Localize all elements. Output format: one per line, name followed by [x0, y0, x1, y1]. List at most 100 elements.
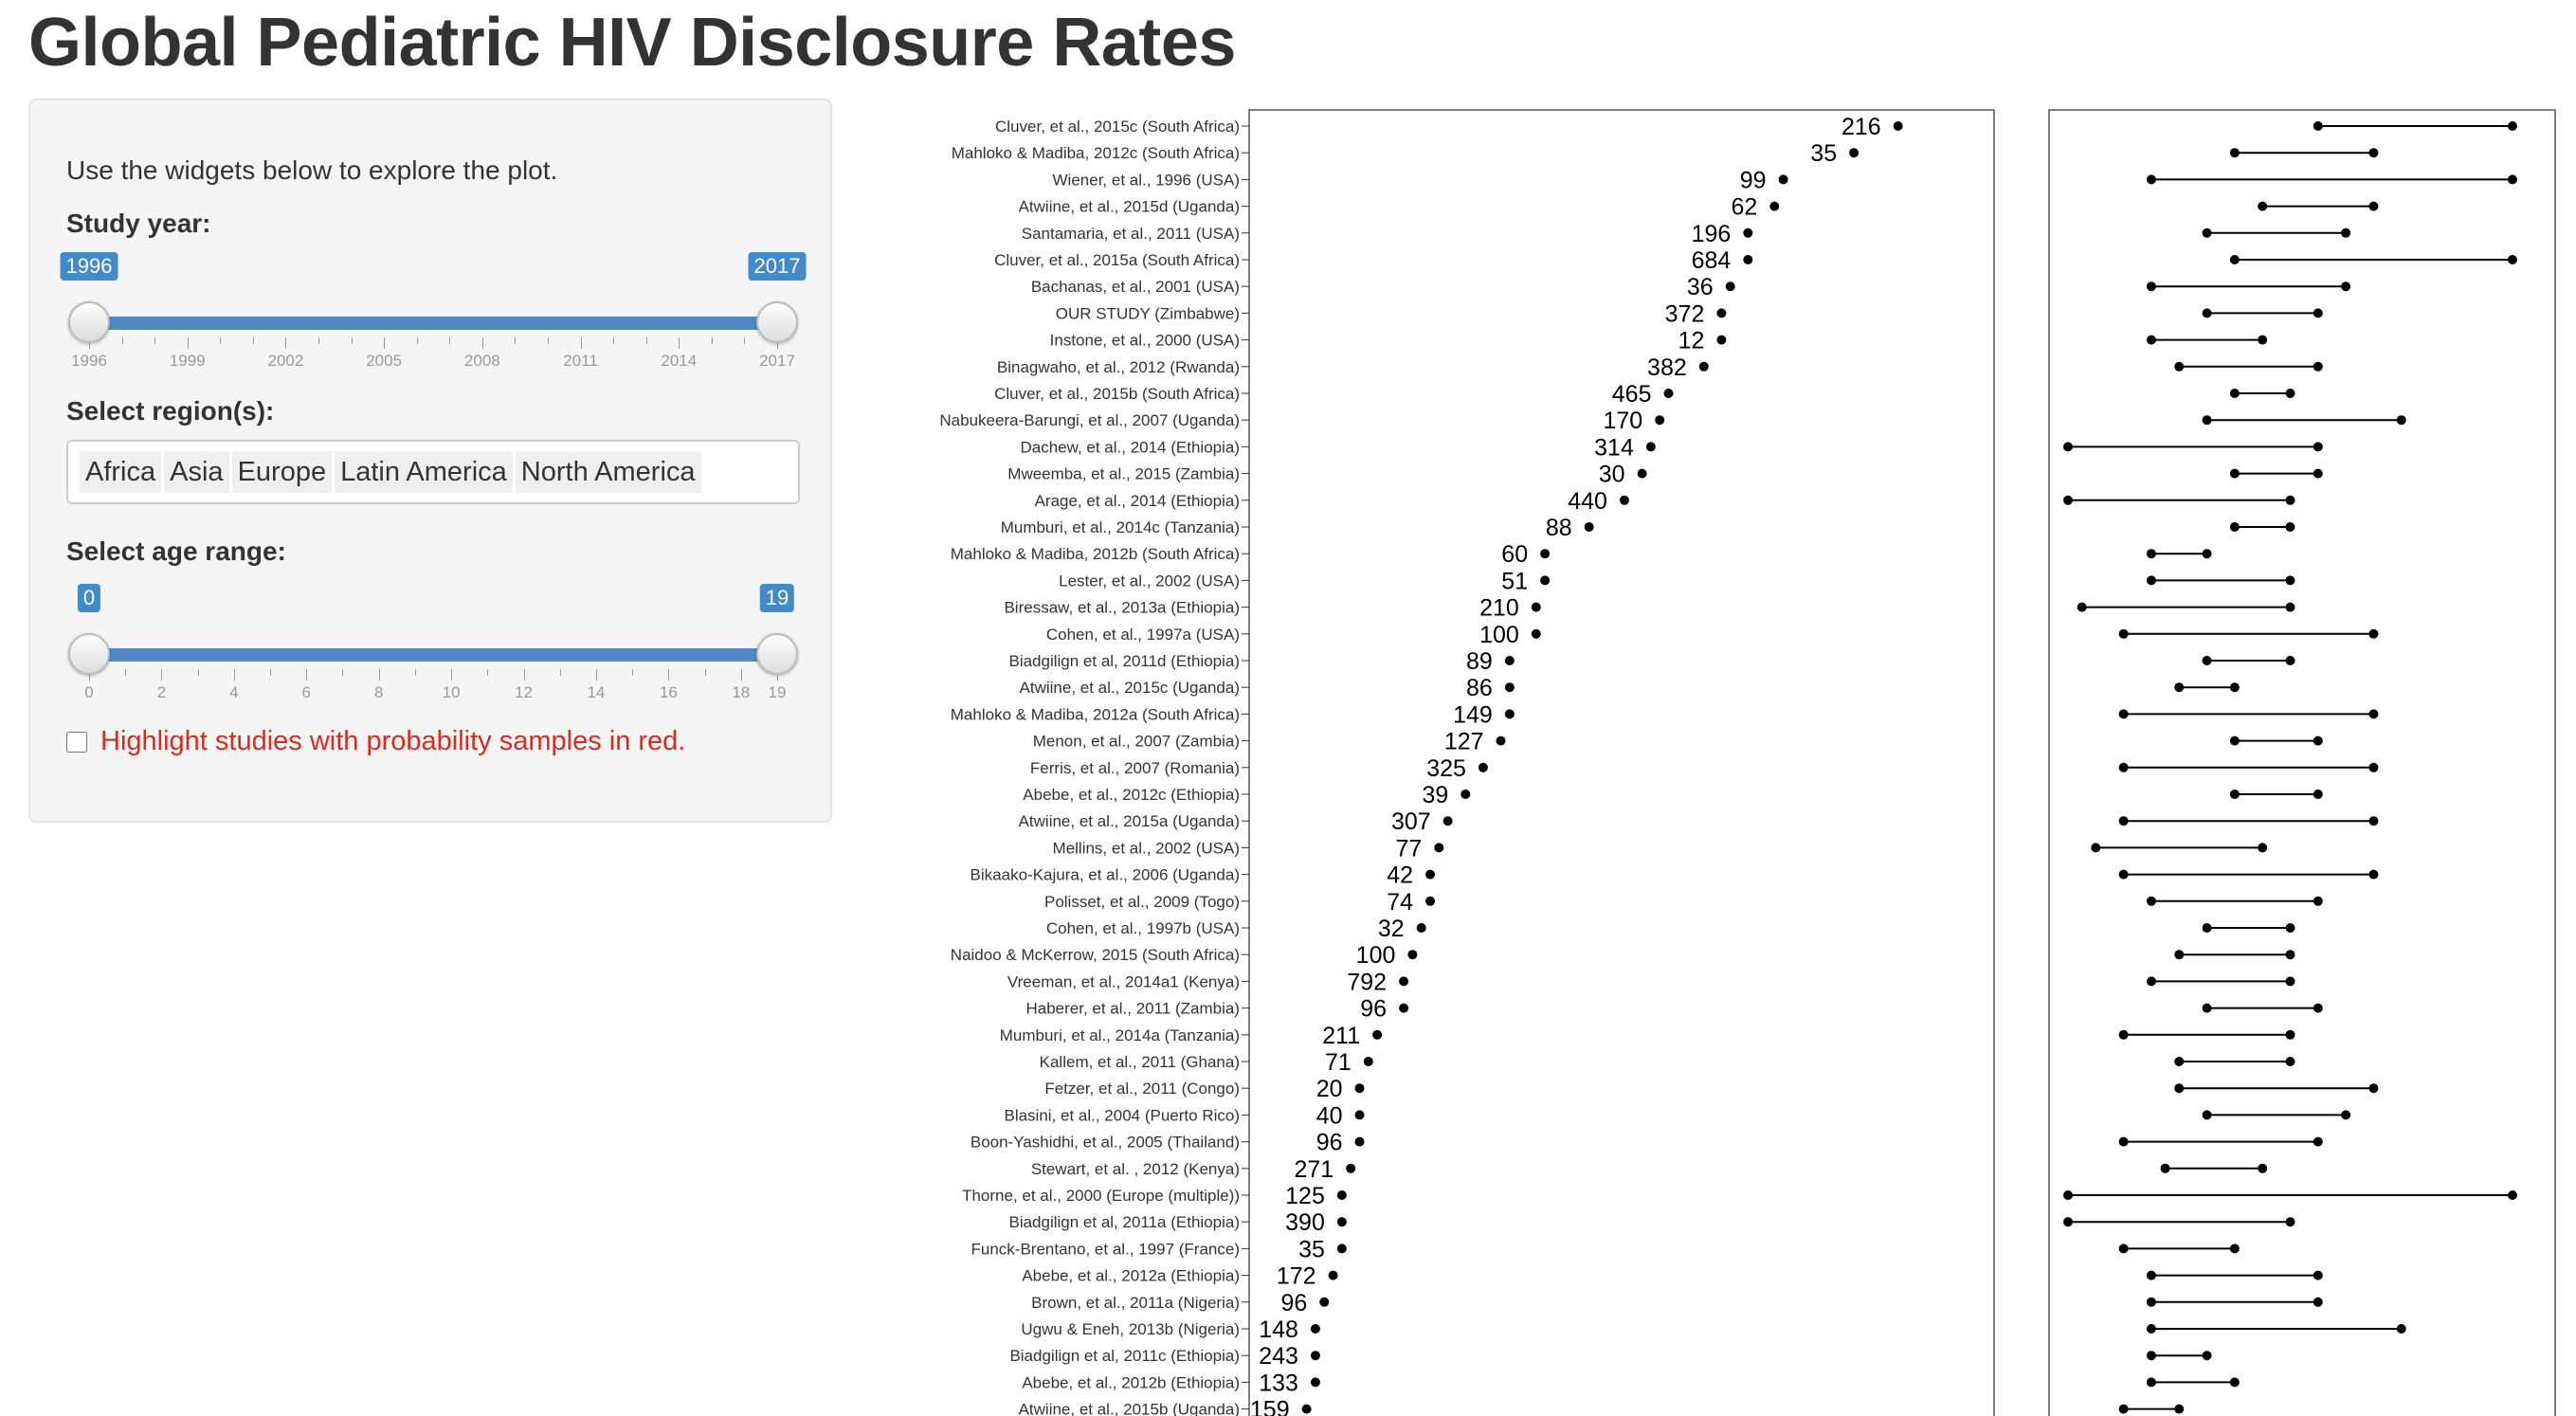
rate-point	[1540, 549, 1551, 559]
age-range-end-point	[2313, 1136, 2323, 1147]
study-label: Biadgilign et al, 2011a (Ethiopia)	[1008, 1213, 1240, 1231]
sample-size-label: 42	[1387, 862, 1413, 889]
rate-point	[1363, 1057, 1373, 1066]
study-label: Fetzer, et al., 2011 (Congo)	[1044, 1080, 1240, 1098]
sample-size-label: 99	[1740, 167, 1767, 193]
study-label: Vreeman, et al., 2014a1 (Kenya)	[1007, 972, 1240, 990]
sample-size-label: 30	[1599, 462, 1625, 488]
rate-point	[1407, 950, 1418, 960]
rate-point	[1849, 148, 1859, 158]
age-range-start-point	[2118, 1029, 2129, 1040]
sample-size-label: 96	[1360, 996, 1387, 1023]
age-range-end-point	[2313, 1297, 2323, 1307]
age-range-start-point	[2146, 281, 2156, 292]
age-range-end-point	[2313, 468, 2323, 479]
sample-size-label: 148	[1259, 1316, 1298, 1343]
sample-size-label: 35	[1810, 140, 1837, 167]
rate-point	[1637, 468, 1647, 479]
rate-point	[1336, 1190, 1347, 1200]
age-range-start-point	[2118, 869, 2129, 880]
sample-size-label: 51	[1501, 568, 1528, 594]
age-range-start-point	[2229, 790, 2240, 799]
age-range-start-point	[2146, 549, 2156, 559]
sample-size-label: 172	[1277, 1263, 1316, 1290]
sample-size-label: 71	[1325, 1049, 1351, 1076]
sample-size-label: 100	[1356, 942, 1396, 969]
age-range-start-point	[2258, 201, 2268, 211]
rate-point	[1301, 1404, 1312, 1414]
study-label: Funck-Brentano, et al., 1997 (France)	[971, 1240, 1240, 1258]
rate-point	[1310, 1377, 1320, 1388]
study-label: Lester, et al., 2002 (USA)	[1059, 572, 1240, 590]
study-label: Abebe, et al., 2012c (Ethiopia)	[1023, 786, 1240, 804]
age-range-start-point	[2077, 602, 2087, 612]
age-range-start-point	[2063, 1190, 2073, 1200]
rate-point	[1354, 1136, 1365, 1147]
study-label: Dachew, et al., 2014 (Ethiopia)	[1020, 438, 1240, 456]
age-range-start-point	[2146, 1270, 2156, 1280]
study-label: Boon-Yashidhi, et al., 2005 (Thailand)	[971, 1134, 1240, 1152]
age-range-start-point	[2229, 255, 2240, 264]
study-label: Santamaria, et al., 2011 (USA)	[1022, 225, 1240, 243]
sample-size-label: 88	[1546, 515, 1572, 541]
age-range-end-point	[2229, 1377, 2240, 1388]
age-range-start-point	[2174, 1083, 2185, 1094]
sample-size-label: 62	[1731, 194, 1757, 221]
sample-size-label: 40	[1316, 1102, 1343, 1129]
age-range-start-point	[2174, 1057, 2185, 1066]
age-range-start-point	[2146, 896, 2156, 906]
age-range-end-point	[2368, 709, 2379, 719]
study-label: Atwiine, et al., 2015a (Uganda)	[1019, 812, 1240, 830]
study-label: Mweemba, et al., 2015 (Zambia)	[1007, 465, 1240, 483]
age-range-start-point	[2160, 1163, 2170, 1173]
rate-point	[1540, 575, 1551, 586]
age-range-end-point	[2285, 389, 2295, 398]
age-range-end-point	[2258, 1163, 2268, 1173]
age-range-end-point	[2313, 896, 2323, 906]
study-label: Polisset, et al., 2009 (Togo)	[1044, 893, 1240, 911]
age-range-start-point	[2118, 1136, 2129, 1147]
rate-point	[1725, 281, 1735, 292]
sample-size-label: 39	[1422, 782, 1448, 808]
age-range-end-point	[2229, 682, 2240, 693]
age-range-start-point	[2174, 361, 2185, 372]
age-range-end-point	[2508, 1190, 2517, 1200]
rate-point	[1504, 656, 1515, 665]
study-label: Biadgilign et al, 2011c (Ethiopia)	[1009, 1347, 1240, 1365]
study-label: Mumburi, et al., 2014c (Tanzania)	[1001, 518, 1240, 536]
age-range-start-point	[2118, 762, 2129, 772]
age-range-end-point	[2508, 255, 2517, 264]
sample-size-label: 96	[1280, 1290, 1307, 1316]
age-range-start-point	[2146, 174, 2156, 185]
age-range-start-point	[2146, 335, 2156, 345]
sample-size-label: 159	[1250, 1397, 1290, 1416]
sample-size-label: 210	[1479, 595, 1519, 622]
rate-point	[1442, 816, 1453, 826]
age-range-start-point	[2202, 308, 2212, 318]
age-range-start-point	[2202, 227, 2212, 238]
age-range-start-point	[2229, 468, 2240, 479]
rate-point	[1893, 121, 1903, 131]
study-label: Cluver, et al., 2015b (South Africa)	[994, 385, 1240, 403]
sample-size-label: 125	[1285, 1183, 1325, 1209]
age-range-end-point	[2368, 762, 2379, 772]
age-range-end-point	[2313, 361, 2323, 372]
age-range-end-point	[2368, 869, 2379, 880]
age-range-end-point	[2285, 923, 2295, 933]
age-range-end-point	[2202, 549, 2212, 559]
sample-size-label: 133	[1259, 1370, 1298, 1396]
study-label: Cluver, et al., 2015a (South Africa)	[994, 251, 1240, 269]
age-range-start-point	[2229, 522, 2240, 532]
rate-point	[1354, 1083, 1365, 1094]
study-label: Atwiine, et al., 2015b (Uganda)	[1019, 1401, 1240, 1416]
age-panel-frame	[2048, 109, 2556, 1416]
age-range-end-point	[2202, 1351, 2212, 1361]
sample-size-label: 36	[1687, 274, 1714, 300]
rate-point	[1531, 602, 1541, 612]
study-label: Naidoo & McKerrow, 2015 (South Africa)	[951, 946, 1240, 964]
age-range-end-point	[2368, 1083, 2379, 1094]
study-label: Abebe, et al., 2012a (Ethiopia)	[1022, 1267, 1240, 1285]
age-range-start-point	[2202, 923, 2212, 933]
study-label: Mumburi, et al., 2014a (Tanzania)	[1000, 1026, 1240, 1044]
age-range-end-point	[2229, 1244, 2240, 1254]
